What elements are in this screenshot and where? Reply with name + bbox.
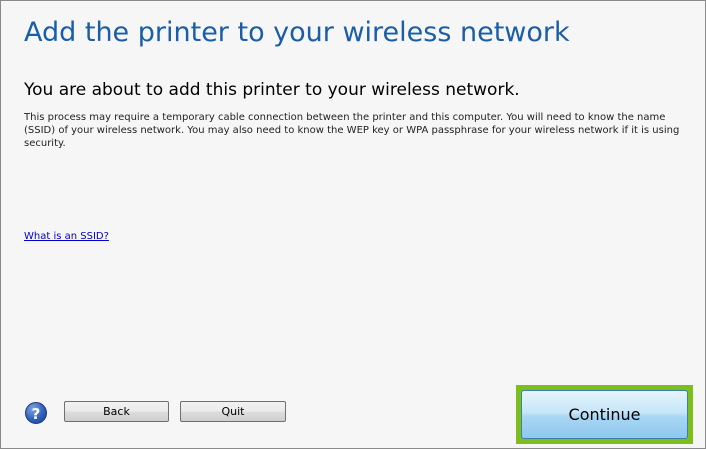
help-question-icon[interactable]: ? <box>25 402 47 424</box>
back-button[interactable]: Back <box>64 401 169 422</box>
page-subtitle: You are about to add this printer to you… <box>24 80 520 100</box>
continue-button[interactable]: Continue <box>521 390 688 439</box>
page-title: Add the printer to your wireless network <box>24 17 570 48</box>
description-text: This process may require a temporary cab… <box>24 112 680 149</box>
dialog-window: Add the printer to your wireless network… <box>0 0 706 449</box>
continue-highlight-frame: Continue <box>516 385 693 444</box>
quit-button[interactable]: Quit <box>180 401 286 422</box>
what-is-ssid-link[interactable]: What is an SSID? <box>24 231 109 242</box>
